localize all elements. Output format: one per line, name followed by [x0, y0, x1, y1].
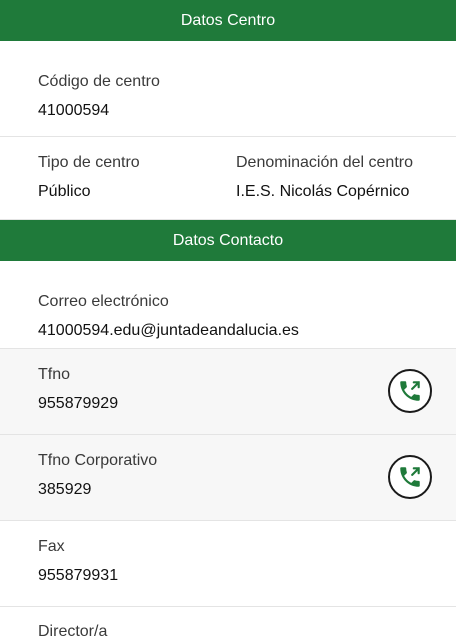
fax-value: 955879931 — [38, 567, 119, 584]
phone-call-icon — [400, 467, 420, 487]
datos-centro-header: Datos Centro — [0, 0, 456, 41]
phone-call-icon — [400, 381, 420, 401]
correo-label: Correo electrónico — [38, 293, 169, 310]
tfno-row: Tfno 955879929 — [0, 349, 456, 435]
fax-row: Fax 955879931 — [0, 521, 456, 607]
tfno-call-button[interactable] — [388, 369, 432, 413]
director-label: Director/a — [38, 623, 108, 640]
tipo-centro-column: Tipo de centro Público — [38, 154, 236, 219]
datos-centro-title: Datos Centro — [180, 11, 276, 29]
denominacion-column: Denominación del centro I.E.S. Nicolás C… — [236, 154, 413, 219]
codigo-centro-value: 41000594 — [38, 102, 110, 119]
tipo-centro-label: Tipo de centro — [38, 154, 140, 171]
fax-label: Fax — [38, 538, 65, 555]
tipo-denominacion-row: Tipo de centro Público Denominación del … — [0, 137, 456, 220]
tipo-centro-value: Público — [38, 183, 91, 200]
datos-contacto-title: Datos Contacto — [172, 231, 284, 249]
codigo-centro-label: Código de centro — [38, 73, 160, 90]
correo-row[interactable]: Correo electrónico 41000594.edu@juntadea… — [0, 261, 456, 349]
tfno-corporativo-call-button[interactable] — [388, 455, 432, 499]
tfno-corporativo-row: Tfno Corporativo 385929 — [0, 435, 456, 521]
denominacion-label: Denominación del centro — [236, 154, 413, 171]
director-row: Director/a — [0, 607, 456, 644]
codigo-centro-row: Código de centro 41000594 — [0, 41, 456, 137]
correo-value[interactable]: 41000594.edu@juntadeandalucia.es — [38, 322, 456, 340]
datos-contacto-header: Datos Contacto — [0, 220, 456, 261]
denominacion-value: I.E.S. Nicolás Copérnico — [236, 183, 410, 200]
